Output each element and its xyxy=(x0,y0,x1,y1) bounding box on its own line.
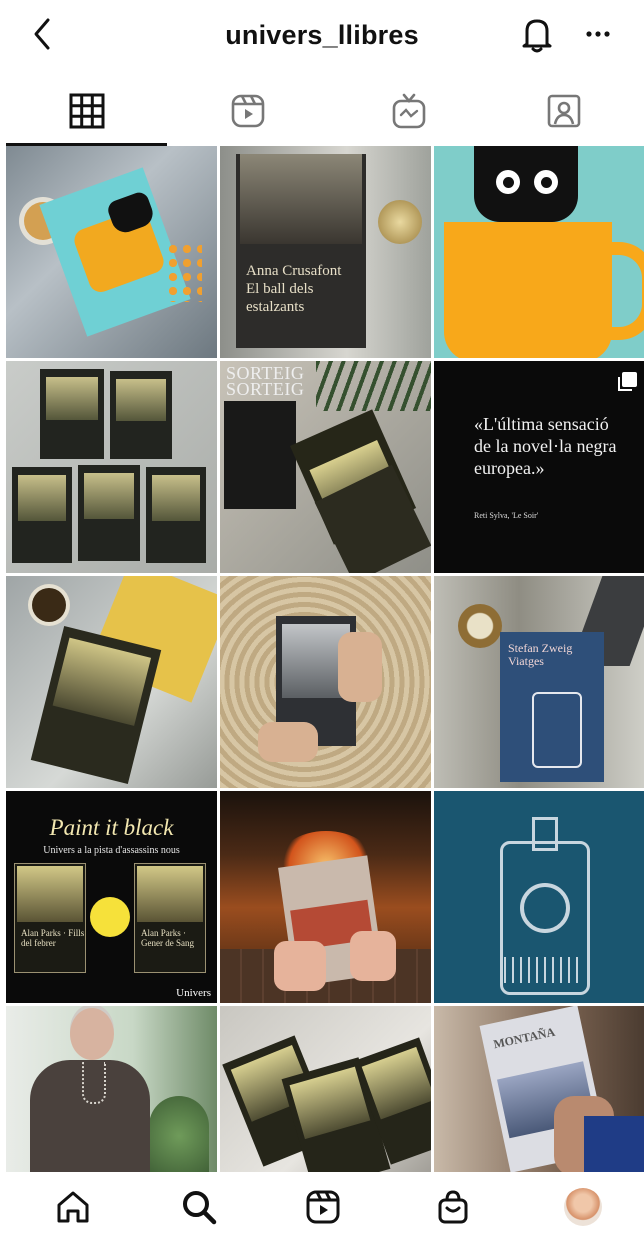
quote-text: «L'última sensació de la novel·la negra … xyxy=(474,414,617,478)
post-tile[interactable] xyxy=(6,361,217,573)
post-tile[interactable] xyxy=(220,791,431,1003)
promo-badge xyxy=(90,897,130,937)
tab-igtv[interactable] xyxy=(328,76,489,146)
book-cover xyxy=(110,371,172,459)
reels-icon xyxy=(231,94,264,128)
hand xyxy=(258,722,318,762)
train-illustration xyxy=(532,692,582,768)
post-tile[interactable] xyxy=(434,791,644,1003)
post-tile[interactable]: Stefan Zweig Viatges xyxy=(434,576,644,788)
bell-icon[interactable] xyxy=(520,14,554,54)
book-caption: Alan Parks · Fills del febrer xyxy=(21,928,85,948)
sorteig-label: SORTEIG SORTEIG xyxy=(226,364,305,399)
sorteig-text: SORTEIG xyxy=(226,379,305,399)
post-tile[interactable] xyxy=(6,146,217,358)
posts-grid: Anna Crusafont El ball dels estalzants S… xyxy=(6,146,644,1172)
post-tile[interactable]: Paint it black Univers a la pista d'assa… xyxy=(6,791,217,1003)
home-icon xyxy=(57,1191,89,1223)
post-title: Paint it black xyxy=(49,815,174,840)
coffee-cup xyxy=(32,588,66,622)
book-text: Stefan Zweig Viatges xyxy=(508,642,572,668)
book-author: Anna Crusafont xyxy=(246,263,342,279)
train-light xyxy=(520,883,570,933)
cup-illustration xyxy=(444,222,612,358)
book-cover: Alan Parks · Fills del febrer xyxy=(14,863,86,973)
cat-eye xyxy=(496,170,520,194)
palm-leaf xyxy=(316,361,431,411)
cup-handle xyxy=(598,242,644,340)
decor-ornament xyxy=(378,200,422,244)
plant xyxy=(149,1096,209,1172)
post-tile[interactable] xyxy=(434,146,644,358)
hand xyxy=(274,941,326,991)
book-cover: Alan Parks · Gener de Sang xyxy=(134,863,206,973)
book-title: Viatges xyxy=(508,654,544,668)
nav-home[interactable] xyxy=(50,1184,96,1230)
book-cover xyxy=(146,467,206,563)
post-tile[interactable]: MONTAÑA xyxy=(434,1006,644,1172)
tagged-icon xyxy=(547,94,580,128)
grid-icon xyxy=(69,93,104,129)
brand-logo: Univers xyxy=(176,987,211,999)
tab-tagged[interactable] xyxy=(483,76,644,146)
quote-citation: Reti Sylva, 'Le Soir' xyxy=(474,511,539,520)
compass xyxy=(458,604,502,648)
book-cover xyxy=(40,369,104,459)
post-tile[interactable] xyxy=(220,1006,431,1172)
bottom-nav xyxy=(0,1172,644,1244)
shop-icon xyxy=(438,1190,468,1224)
post-tile[interactable]: «L'última sensació de la novel·la negra … xyxy=(434,361,644,573)
book-cover xyxy=(78,465,140,561)
post-subtitle: Univers a la pista d'assassins nous xyxy=(43,845,180,856)
tab-reels[interactable] xyxy=(167,76,328,146)
necklace xyxy=(82,1062,106,1104)
more-icon[interactable] xyxy=(584,28,612,40)
post-tile[interactable] xyxy=(6,1006,217,1172)
post-tile[interactable] xyxy=(220,576,431,788)
post-tile[interactable]: SORTEIG SORTEIG xyxy=(220,361,431,573)
tab-grid[interactable] xyxy=(6,76,167,146)
post-tile[interactable]: Anna Crusafont El ball dels estalzants xyxy=(220,146,431,358)
book-cover xyxy=(12,467,72,563)
flowers xyxy=(166,242,202,302)
multiple-images-icon xyxy=(618,372,637,391)
profile-tabs xyxy=(0,76,644,146)
nav-reels[interactable] xyxy=(300,1184,346,1230)
hand xyxy=(350,931,396,981)
search-icon xyxy=(183,1191,217,1225)
reels-icon xyxy=(306,1190,340,1224)
book-text: Anna Crusafont El ball dels estalzants xyxy=(246,262,361,316)
nav-shop[interactable] xyxy=(430,1184,476,1230)
train-grille xyxy=(504,957,584,983)
book-title: MONTAÑA xyxy=(492,1024,557,1052)
book-photo xyxy=(240,154,362,244)
book-title: El ball dels estalzants xyxy=(246,281,314,315)
profile-header: univers_llibres xyxy=(0,0,644,72)
person-head xyxy=(70,1008,114,1060)
cat-illustration xyxy=(474,146,578,222)
profile-avatar[interactable] xyxy=(564,1188,602,1226)
sleeve xyxy=(584,1116,644,1172)
book-cover xyxy=(224,401,296,509)
book-caption: Alan Parks · Gener de Sang xyxy=(141,928,194,948)
nav-search[interactable] xyxy=(176,1184,222,1230)
post-tile[interactable] xyxy=(6,576,217,788)
cat-eye xyxy=(534,170,558,194)
hand xyxy=(338,632,382,702)
igtv-icon xyxy=(392,93,425,129)
book-cover xyxy=(30,625,162,785)
